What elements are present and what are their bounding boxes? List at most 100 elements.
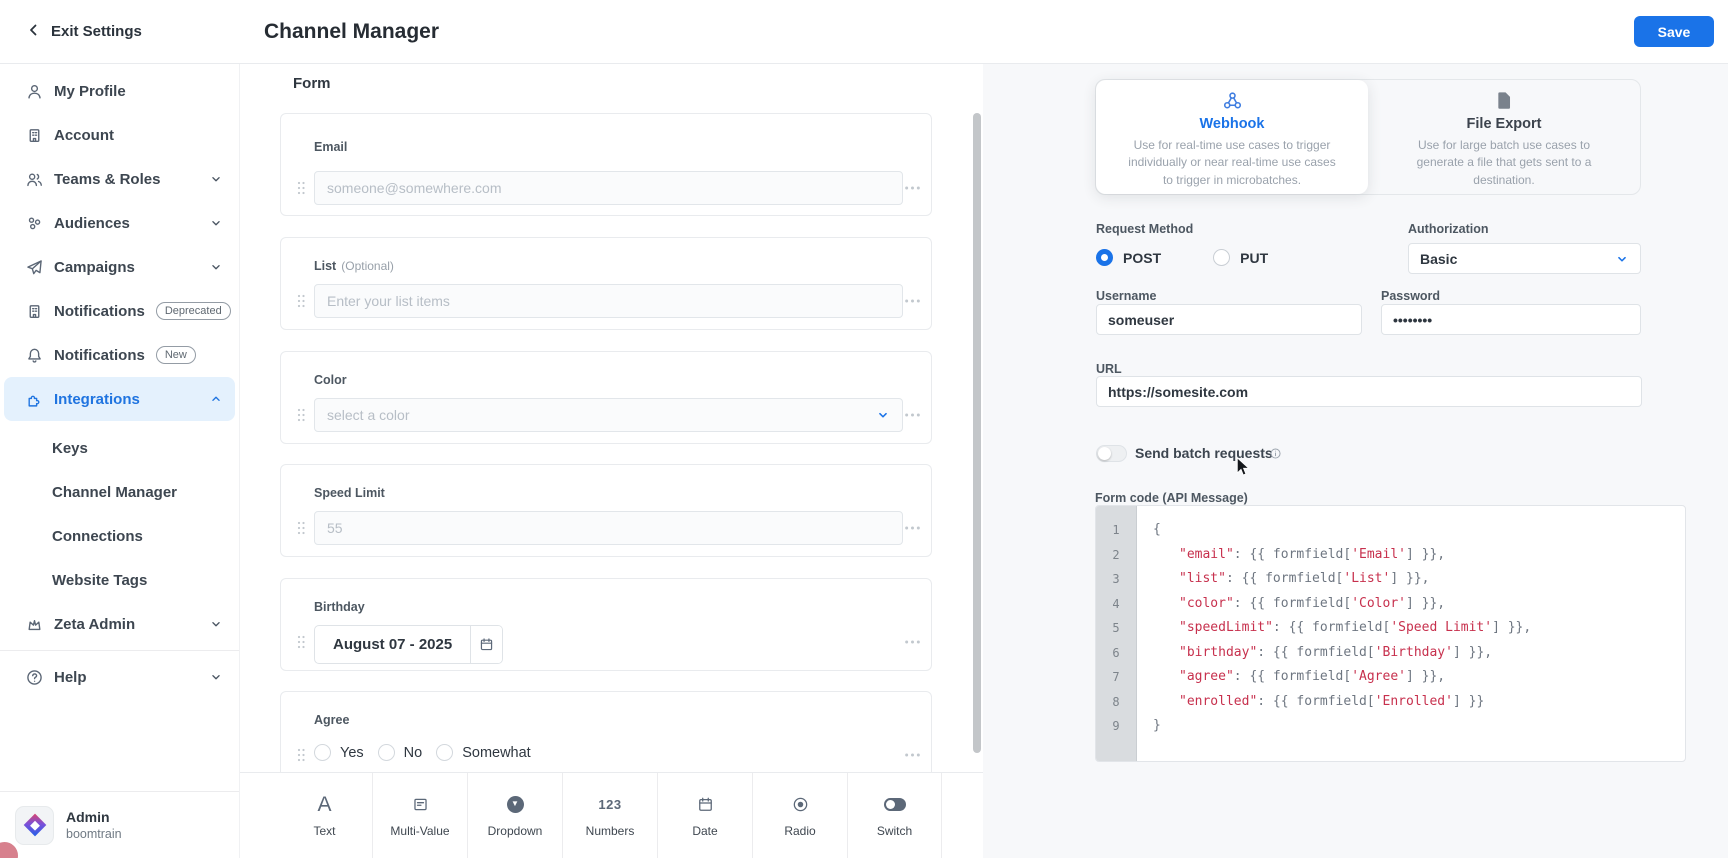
radio-yes[interactable] — [314, 744, 331, 761]
sidebar-divider — [0, 650, 239, 651]
method-radio-post[interactable] — [1096, 249, 1113, 266]
sidebar-item-label: Campaigns — [54, 259, 135, 276]
sidebar-item-notifications[interactable]: NotificationsDeprecated — [0, 289, 239, 333]
sidebar-subitem-keys[interactable]: Keys — [0, 426, 239, 470]
sidebar-item-notifications[interactable]: NotificationsNew — [0, 333, 239, 377]
users-icon — [26, 171, 43, 188]
toolbar-item-label: Multi-Value — [390, 824, 449, 838]
field-label: Color — [314, 373, 347, 387]
username-input[interactable] — [1096, 304, 1362, 335]
channel-type-description: Use for large batch use cases to generat… — [1394, 137, 1614, 189]
toolbar-date-button[interactable]: Date — [657, 773, 752, 858]
form-builder-panel: Form EmailList(Optional)Colorselect a co… — [240, 63, 983, 858]
channel-type-title: Webhook — [1200, 116, 1265, 132]
sidebar-item-label: Notifications — [54, 347, 145, 364]
birthday-date-picker[interactable]: August 07 - 2025 — [314, 625, 503, 664]
drag-handle-icon[interactable] — [293, 294, 310, 308]
form-field-card-speed-limit: Speed Limit — [280, 464, 932, 557]
url-input[interactable] — [1096, 376, 1642, 407]
optional-tag: (Optional) — [341, 259, 394, 273]
field-overflow-menu-icon[interactable] — [904, 413, 921, 418]
list-input[interactable] — [314, 284, 903, 318]
authorization-select[interactable]: Basic — [1408, 243, 1641, 274]
select-placeholder: select a color — [327, 407, 409, 423]
drag-handle-icon[interactable] — [293, 748, 310, 762]
scrollbar-thumb[interactable] — [973, 113, 981, 753]
password-input[interactable] — [1381, 304, 1641, 335]
save-button[interactable]: Save — [1634, 16, 1714, 47]
file-icon — [1494, 85, 1515, 111]
sidebar-item-label: Zeta Admin — [54, 616, 135, 633]
drag-handle-icon[interactable] — [293, 181, 310, 195]
code-line: "enrolled": {{ formfield['Enrolled'] }} — [1153, 690, 1685, 715]
speed-limit-input[interactable] — [314, 511, 903, 545]
field-input-row — [314, 511, 903, 545]
sidebar-item-teams-roles[interactable]: Teams & Roles — [0, 157, 239, 201]
sidebar-subitem-connections[interactable]: Connections — [0, 514, 239, 558]
info-icon[interactable] — [1269, 447, 1282, 460]
sidebar-item-help[interactable]: Help — [0, 655, 239, 699]
form-field-card-birthday: BirthdayAugust 07 - 2025 — [280, 578, 932, 671]
field-overflow-menu-icon[interactable] — [904, 186, 921, 191]
top-bar: Exit Settings Channel Manager Save — [0, 0, 1728, 64]
numbers-icon: 123 — [598, 793, 621, 815]
channel-type-webhook[interactable]: WebhookUse for real-time use cases to tr… — [1096, 80, 1368, 194]
user-account-block[interactable]: Admin boomtrain — [0, 791, 239, 858]
sidebar-subitem-channel-manager[interactable]: Channel Manager — [0, 470, 239, 514]
drag-handle-icon[interactable] — [293, 635, 310, 649]
field-overflow-menu-icon[interactable] — [904, 640, 921, 645]
line-number: 6 — [1096, 641, 1136, 666]
sidebar-item-label: My Profile — [54, 83, 126, 100]
radio-option-label: No — [404, 745, 423, 761]
sidebar-item-campaigns[interactable]: Campaigns — [0, 245, 239, 289]
field-input-row: YesNoSomewhat — [314, 738, 903, 761]
exit-settings-button[interactable]: Exit Settings — [26, 0, 142, 63]
sidebar-item-label: Account — [54, 127, 114, 144]
code-content[interactable]: {"email": {{ formfield['Email'] }},"list… — [1137, 506, 1685, 761]
field-overflow-menu-icon[interactable] — [904, 299, 921, 304]
calendar-icon[interactable] — [470, 626, 502, 663]
sidebar-subitem-website-tags[interactable]: Website Tags — [0, 558, 239, 602]
method-radio-put[interactable] — [1213, 249, 1230, 266]
field-overflow-menu-icon[interactable] — [904, 526, 921, 531]
code-line: "speedLimit": {{ formfield['Speed Limit'… — [1153, 616, 1685, 641]
radio-no[interactable] — [378, 744, 395, 761]
email-input[interactable] — [314, 171, 903, 205]
exit-settings-label: Exit Settings — [51, 23, 142, 40]
toolbar-item-label: Numbers — [586, 824, 635, 838]
chevron-down-icon — [209, 172, 223, 186]
toolbar-text-button[interactable]: AText — [277, 773, 372, 858]
sidebar-item-audiences[interactable]: Audiences — [0, 201, 239, 245]
radio-icon — [792, 793, 809, 815]
toolbar-numbers-button[interactable]: 123 Numbers — [562, 773, 657, 858]
page-title: Channel Manager — [264, 0, 439, 63]
code-line: } — [1153, 714, 1685, 739]
radio-somewhat[interactable] — [436, 744, 453, 761]
send-batch-toggle[interactable] — [1096, 445, 1127, 462]
chevron-down-icon — [876, 408, 890, 422]
drag-handle-icon[interactable] — [293, 408, 310, 422]
sidebar-item-zeta-admin[interactable]: Zeta Admin — [0, 602, 239, 646]
toolbar-radio-button[interactable]: Radio — [752, 773, 847, 858]
field-input-row — [314, 284, 903, 318]
sidebar-item-integrations[interactable]: Integrations — [4, 377, 235, 421]
toolbar-switch-button[interactable]: Switch — [847, 773, 942, 858]
toolbar-multi-value-button[interactable]: Multi-Value — [372, 773, 467, 858]
code-line: "email": {{ formfield['Email'] }}, — [1153, 543, 1685, 568]
channel-type-file-export[interactable]: File ExportUse for large batch use cases… — [1368, 80, 1640, 194]
code-line: "agree": {{ formfield['Agree'] }}, — [1153, 665, 1685, 690]
sidebar-item-my-profile[interactable]: My Profile — [0, 69, 239, 113]
field-overflow-menu-icon[interactable] — [904, 753, 921, 758]
color-select[interactable]: select a color — [314, 398, 903, 432]
line-number: 2 — [1096, 543, 1136, 568]
toolbar-dropdown-button[interactable]: ▼Dropdown — [467, 773, 562, 858]
form-field-card-list: List(Optional) — [280, 237, 932, 330]
field-type-toolbar: AText Multi-Value ▼Dropdown 123 Numbers DateR… — [240, 772, 983, 858]
form-code-editor[interactable]: 123456789 {"email": {{ formfield['Email'… — [1095, 505, 1686, 762]
sidebar-item-account[interactable]: Account — [0, 113, 239, 157]
drag-handle-icon[interactable] — [293, 521, 310, 535]
code-line-numbers: 123456789 — [1096, 506, 1137, 761]
form-code-label: Form code (API Message) — [1095, 491, 1248, 505]
request-method-label: Request Method — [1096, 222, 1193, 236]
code-line: "list": {{ formfield['List'] }}, — [1153, 567, 1685, 592]
